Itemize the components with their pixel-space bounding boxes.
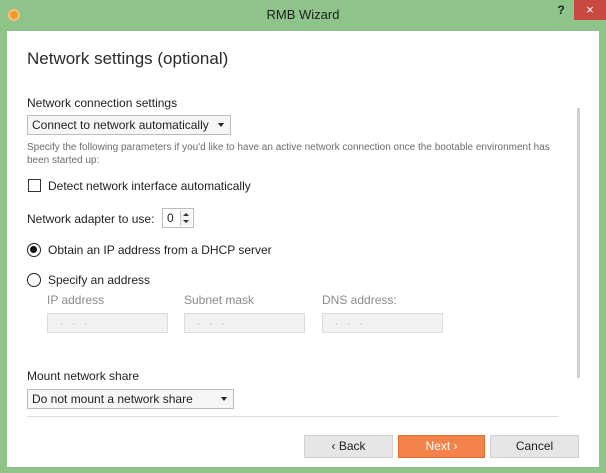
ip-address-field[interactable]: . . . [47,313,168,333]
network-adapter-stepper[interactable]: 0 [162,208,194,228]
specify-address-radio[interactable] [27,273,41,287]
next-button[interactable]: Next › [398,435,485,458]
page-title: Network settings (optional) [27,49,229,68]
ip-address-label: IP address [47,293,105,307]
subnet-mask-label: Subnet mask [184,293,255,307]
chevron-down-icon [221,397,227,401]
mount-share-dropdown[interactable]: Do not mount a network share [27,389,234,409]
vertical-scrollbar[interactable] [577,108,580,378]
back-button[interactable]: ‹ Back [304,435,393,458]
dns-address-label: DNS address: [322,293,397,307]
footer-divider [27,416,559,417]
close-button[interactable]: × [574,0,606,20]
connection-mode-dropdown[interactable]: Connect to network automatically [27,115,231,135]
dhcp-radio[interactable] [27,243,41,257]
dns-address-field[interactable]: . . . [322,313,443,333]
connection-mode-value: Connect to network automatically [32,118,209,132]
subnet-mask-field[interactable]: . . . [184,313,305,333]
detect-interface-label[interactable]: Detect network interface automatically [48,179,251,193]
stepper-buttons[interactable] [180,210,192,226]
mount-share-value: Do not mount a network share [32,392,193,406]
dhcp-label[interactable]: Obtain an IP address from a DHCP server [48,243,272,257]
network-adapter-label: Network adapter to use: [27,212,155,226]
cancel-button[interactable]: Cancel [490,435,579,458]
mount-share-label: Mount network share [27,369,140,383]
window-title: RMB Wizard [266,7,340,22]
title-bar[interactable]: RMB Wizard ? × [0,0,606,31]
app-icon [8,9,20,21]
network-connection-label: Network connection settings [27,96,178,110]
help-button[interactable]: ? [548,0,574,20]
wizard-content: Network settings (optional) Network conn… [0,31,592,467]
arrow-down-icon[interactable] [183,220,189,223]
chevron-down-icon [218,123,224,127]
arrow-up-icon[interactable] [183,213,189,216]
detect-interface-checkbox[interactable] [28,179,41,192]
network-hint-text: Specify the following parameters if you'… [27,142,550,166]
network-adapter-value: 0 [167,211,174,225]
specify-address-label[interactable]: Specify an address [48,273,150,287]
